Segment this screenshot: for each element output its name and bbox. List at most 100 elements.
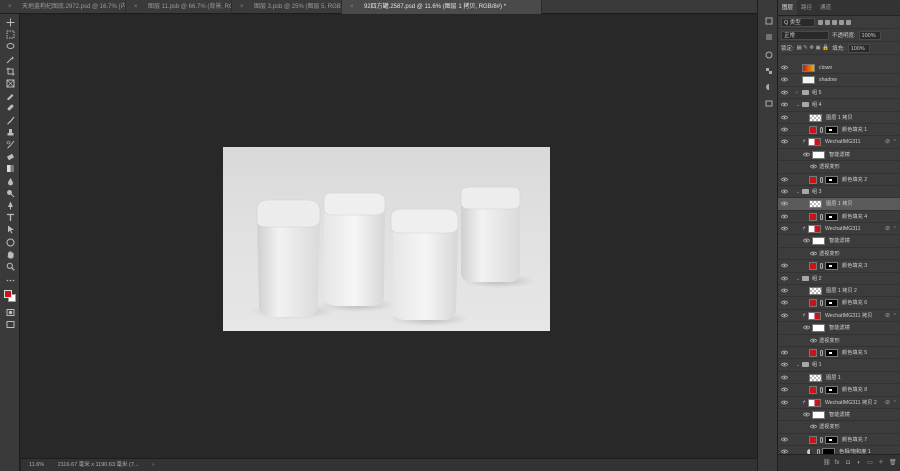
visibility-eye-icon[interactable] bbox=[780, 77, 789, 82]
visibility-eye-icon[interactable] bbox=[780, 375, 789, 380]
group-icon[interactable]: ▭ bbox=[867, 460, 873, 466]
document-tab[interactable]: ×图层 11.psb @ 66.7% (背景, RGB/8) * bbox=[126, 0, 232, 14]
link-icon[interactable] bbox=[820, 263, 823, 270]
healing-brush-icon[interactable] bbox=[5, 103, 16, 112]
zoom-tool-icon[interactable] bbox=[5, 262, 16, 271]
mask-icon[interactable]: ◘ bbox=[845, 460, 851, 466]
hand-tool-icon[interactable] bbox=[5, 250, 16, 259]
layer-row[interactable]: clown bbox=[778, 62, 900, 75]
visibility-eye-icon[interactable] bbox=[780, 177, 789, 182]
lock-icons[interactable]: ▦ ✎ ✥ ▣ 🔒 bbox=[797, 45, 830, 51]
visibility-eye-icon[interactable] bbox=[780, 201, 789, 206]
adjustment-icon[interactable]: ◐ bbox=[856, 460, 862, 466]
layer-row[interactable]: shadow bbox=[778, 74, 900, 87]
layer-row[interactable]: 透视变形 bbox=[778, 335, 900, 347]
layer-row[interactable]: ↱ ⊘ ⌃ WechatIMG311 拷贝 2 bbox=[778, 397, 900, 409]
layer-row[interactable]: ↱ ⊘ ⌃ WechatIMG311 bbox=[778, 223, 900, 236]
tab-paths[interactable]: 路径 bbox=[797, 0, 816, 15]
chevron-right-icon[interactable]: › bbox=[796, 87, 798, 99]
layer-row[interactable]: 智能滤镜 bbox=[778, 322, 900, 335]
eyedropper-icon[interactable] bbox=[5, 91, 16, 101]
document-tab[interactable]: × 92四方罐.2587.psd @ 11.6% (图层 1 拷贝, RGB/8#… bbox=[342, 0, 542, 14]
layer-row[interactable]: 色相/饱和度 1 bbox=[778, 446, 900, 454]
brush-tool-icon[interactable] bbox=[5, 116, 16, 125]
visibility-eye-icon[interactable] bbox=[780, 90, 789, 95]
link-icon[interactable]: ⛓ bbox=[823, 460, 831, 466]
filter-eye-icon[interactable] bbox=[802, 152, 811, 157]
chevron-up-icon[interactable]: ⌃ bbox=[893, 397, 897, 409]
filter-eye-icon[interactable] bbox=[802, 238, 811, 243]
fill-field[interactable]: 100% bbox=[847, 43, 870, 53]
layer-row[interactable]: 图层 1 拷贝 bbox=[778, 112, 900, 124]
chevron-up-icon[interactable]: ⌃ bbox=[893, 310, 897, 322]
layer-row[interactable]: 透视变形 bbox=[778, 248, 900, 261]
layer-row[interactable]: 图层 1 bbox=[778, 372, 900, 385]
new-layer-icon[interactable]: ＋ bbox=[878, 460, 884, 466]
link-icon[interactable] bbox=[820, 349, 823, 356]
close-icon[interactable]: × bbox=[240, 0, 244, 14]
filter-icons[interactable] bbox=[818, 19, 851, 25]
filter-eye-icon[interactable] bbox=[802, 325, 811, 330]
properties-icon[interactable] bbox=[763, 32, 774, 42]
marquee-tool-icon[interactable] bbox=[5, 30, 16, 39]
layer-row[interactable]: 颜色填充 2 bbox=[778, 174, 900, 186]
layer-row[interactable]: 图层 1 拷贝 bbox=[778, 198, 900, 211]
visibility-eye-icon[interactable] bbox=[780, 226, 789, 231]
link-icon[interactable] bbox=[820, 126, 823, 133]
crop-tool-icon[interactable] bbox=[5, 67, 16, 76]
visibility-eye-icon[interactable] bbox=[780, 387, 789, 392]
visibility-eye-icon[interactable] bbox=[780, 127, 789, 132]
visibility-eye-icon[interactable] bbox=[780, 214, 789, 219]
type-tool-icon[interactable] bbox=[5, 213, 16, 222]
layer-row[interactable]: ↱ ⊘ ⌃ WechatIMG311 拷贝 bbox=[778, 310, 900, 323]
tab-channels[interactable]: 通道 bbox=[816, 0, 835, 15]
chevron-down-icon[interactable]: ⌄ bbox=[796, 186, 800, 198]
layer-row[interactable]: 颜色填充 3 bbox=[778, 260, 900, 273]
filter-eye-icon[interactable] bbox=[802, 412, 811, 417]
layer-row[interactable]: ↱ ⊘ ⌃ WechatIMG311 bbox=[778, 136, 900, 149]
link-icon[interactable] bbox=[820, 213, 823, 220]
visibility-eye-icon[interactable] bbox=[780, 300, 789, 305]
tab-layers[interactable]: 图层 bbox=[778, 0, 798, 15]
layer-row[interactable]: 智能滤镜 bbox=[778, 149, 900, 162]
visibility-eye-icon[interactable] bbox=[780, 313, 789, 318]
pen-tool-icon[interactable] bbox=[5, 201, 16, 210]
visibility-eye-icon[interactable] bbox=[780, 437, 789, 442]
chevron-down-icon[interactable]: ⌄ bbox=[796, 359, 800, 371]
color-icon[interactable] bbox=[763, 50, 774, 60]
shape-tool-icon[interactable] bbox=[5, 238, 16, 247]
filter-effect-eye-icon[interactable] bbox=[809, 338, 818, 343]
layer-row[interactable]: 图层 1 拷贝 2 bbox=[778, 285, 900, 298]
color-swatches[interactable] bbox=[4, 290, 17, 303]
layer-row[interactable]: 透视变形 bbox=[778, 421, 900, 434]
layer-group[interactable]: › 组 5 bbox=[778, 87, 900, 100]
path-select-icon[interactable] bbox=[5, 225, 16, 234]
opacity-field[interactable]: 100% bbox=[858, 30, 881, 40]
clone-stamp-icon[interactable] bbox=[5, 128, 16, 137]
layer-group[interactable]: ⌄ 组 3 bbox=[778, 186, 900, 199]
layer-row[interactable]: 颜色填充 7 bbox=[778, 434, 900, 447]
quick-mask-icon[interactable] bbox=[5, 308, 16, 317]
chevron-up-icon[interactable]: ⌃ bbox=[893, 136, 897, 148]
blur-tool-icon[interactable] bbox=[5, 177, 16, 186]
blend-mode-select[interactable]: 正常 bbox=[781, 30, 829, 40]
document-canvas[interactable] bbox=[223, 147, 550, 331]
chevron-down-icon[interactable]: ⌄ bbox=[796, 99, 800, 111]
swatches-icon[interactable] bbox=[763, 66, 774, 76]
visibility-eye-icon[interactable] bbox=[780, 276, 789, 281]
filter-kind-select[interactable]: Q 类型 bbox=[781, 17, 815, 27]
layer-row[interactable]: 透视变形 bbox=[778, 161, 900, 174]
document-tab[interactable]: ×天地盖枸杞图底.2972.psd @ 16.7% (内盒, RGB/8#) * bbox=[0, 0, 126, 14]
filter-effect-eye-icon[interactable] bbox=[809, 164, 818, 169]
link-icon[interactable] bbox=[820, 387, 823, 394]
lasso-tool-icon[interactable] bbox=[5, 42, 16, 51]
adjustments-icon[interactable] bbox=[763, 82, 774, 92]
frame-tool-icon[interactable] bbox=[5, 79, 16, 88]
canvas-area[interactable] bbox=[21, 15, 757, 458]
visibility-eye-icon[interactable] bbox=[780, 263, 789, 268]
visibility-eye-icon[interactable] bbox=[780, 115, 789, 120]
layer-row[interactable]: 颜色填充 6 bbox=[778, 297, 900, 310]
close-icon[interactable]: × bbox=[350, 0, 354, 14]
close-icon[interactable]: × bbox=[8, 0, 12, 14]
filter-effect-eye-icon[interactable] bbox=[809, 424, 818, 429]
